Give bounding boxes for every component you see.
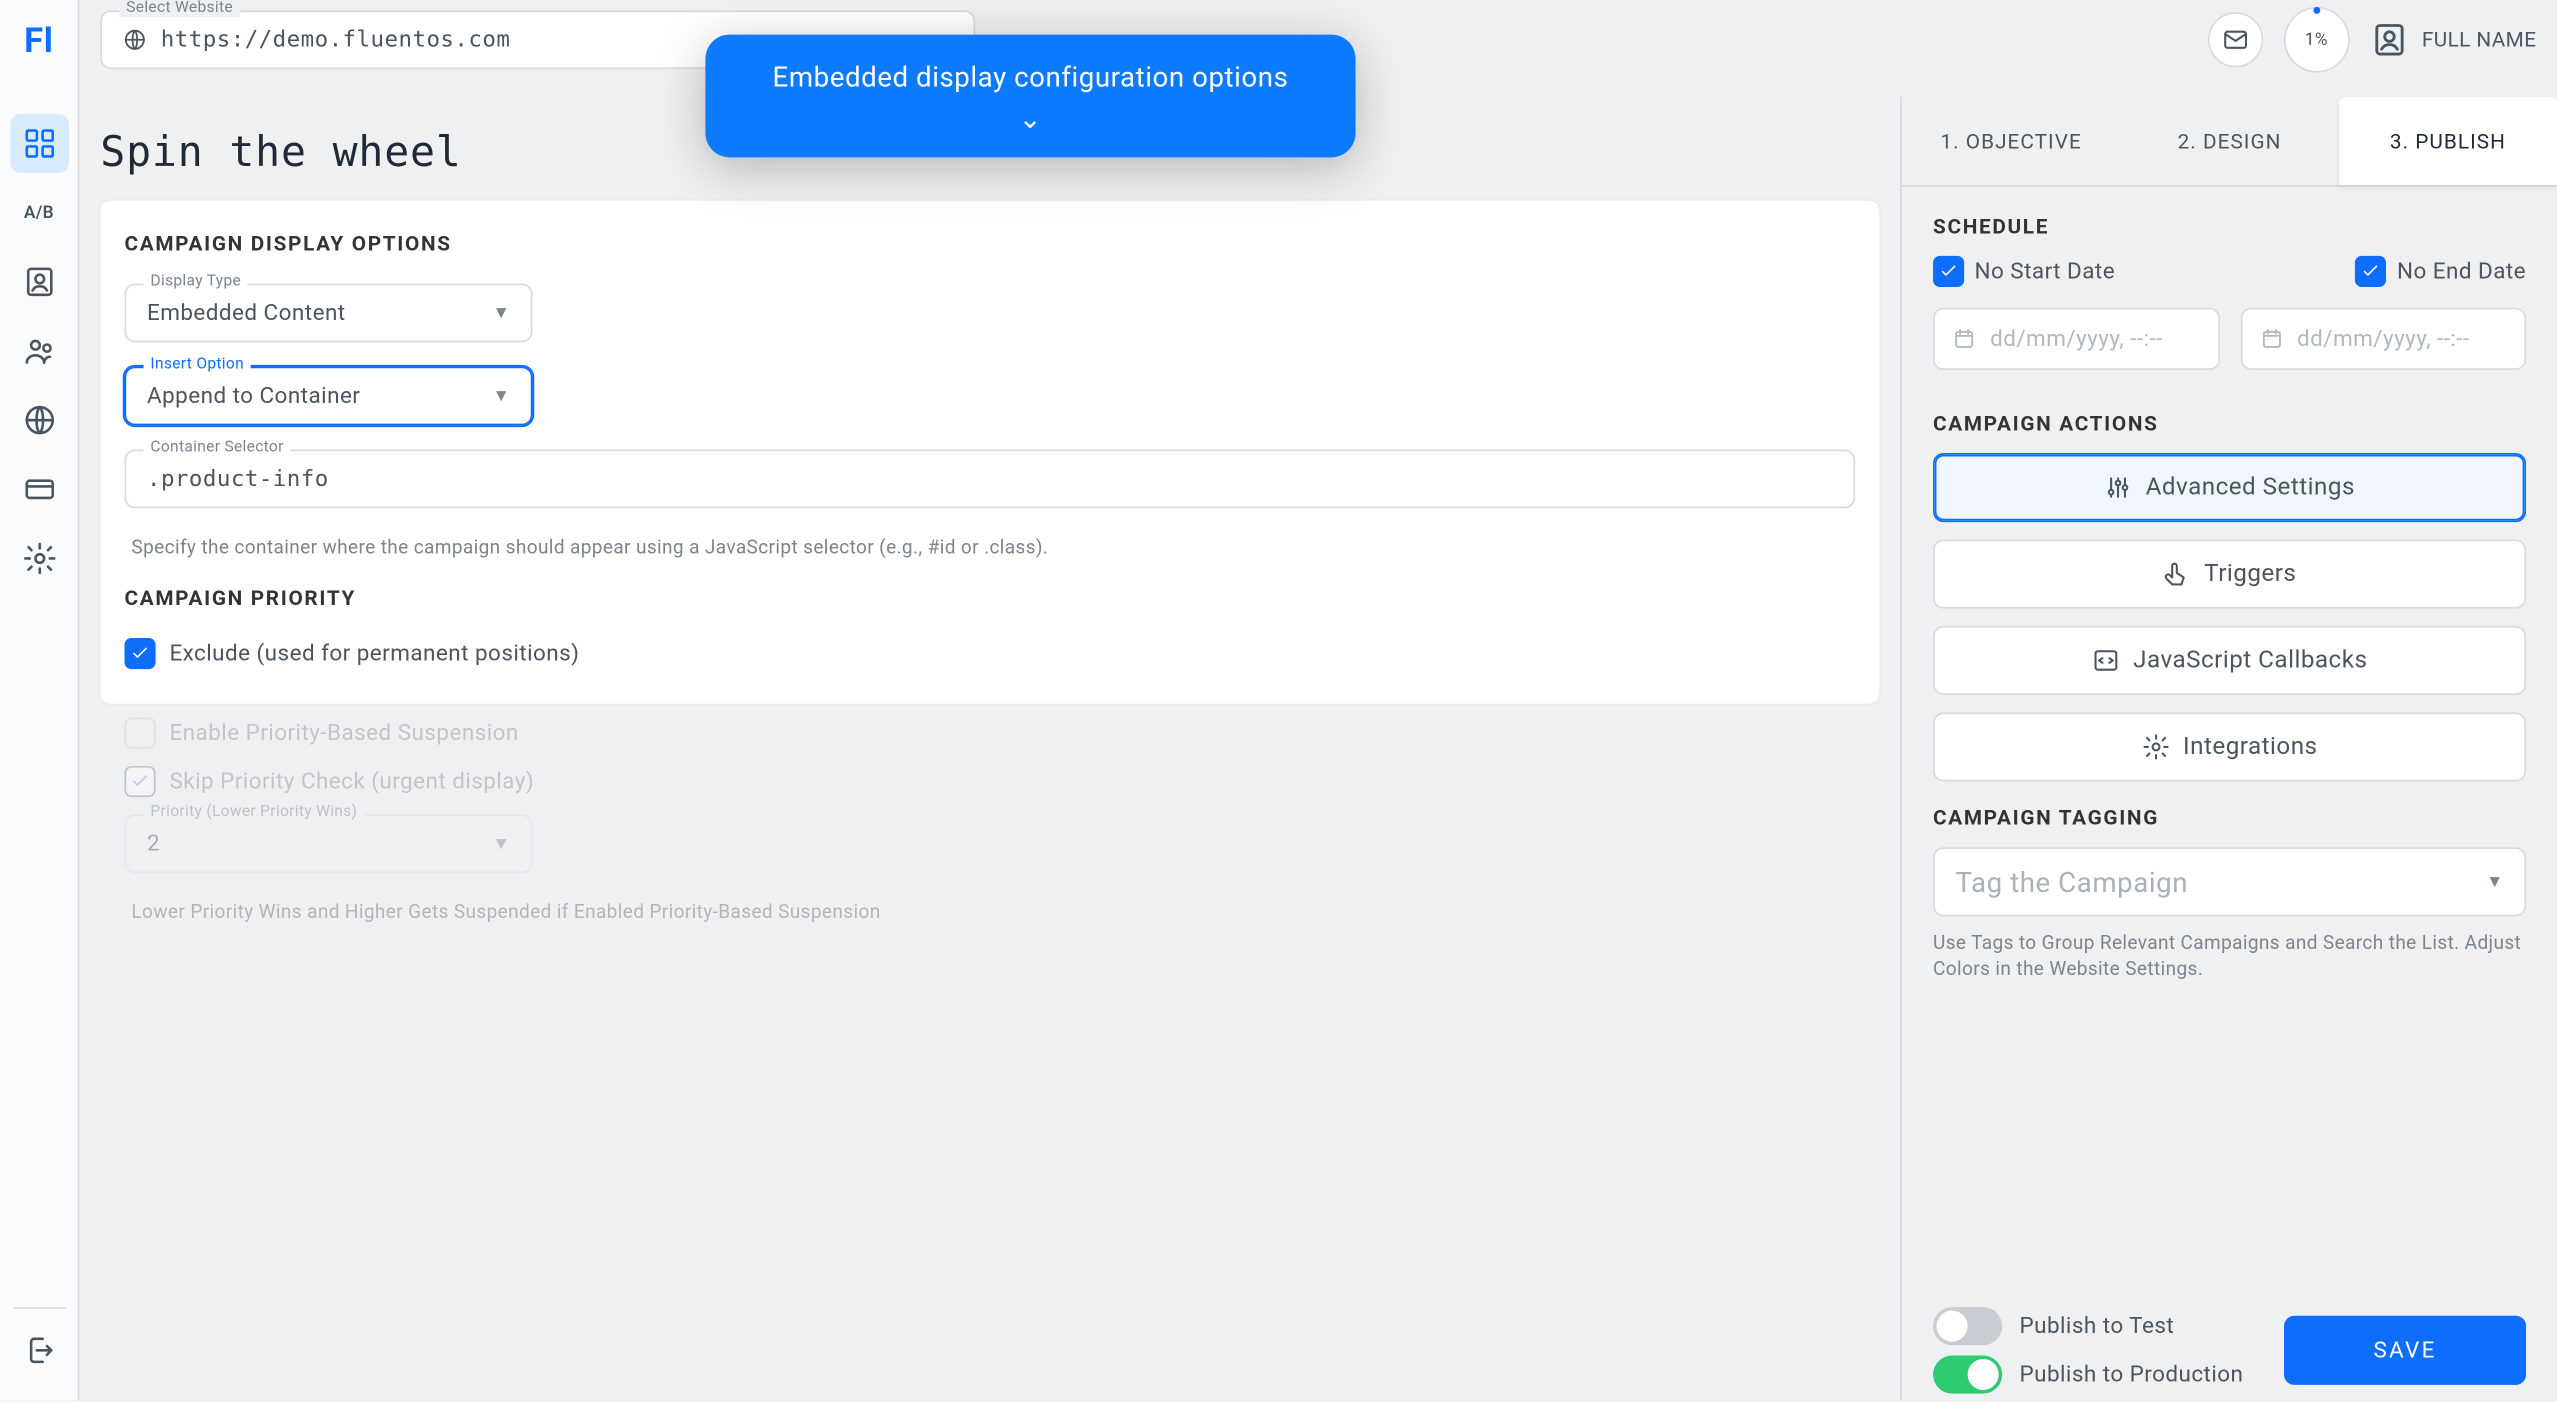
tab-design[interactable]: 2. DESIGN: [2120, 97, 2338, 185]
right-panel-footer: Publish to Test Publish to Production SA…: [1902, 1300, 2557, 1400]
triggers-button[interactable]: Triggers: [1933, 539, 2526, 608]
checkbox-icon: [124, 718, 155, 749]
right-panel: 1. OBJECTIVE 2. DESIGN 3. PUBLISH SCHEDU…: [1900, 97, 2557, 1401]
envelope-icon: [2221, 26, 2249, 54]
caret-icon: ▼: [493, 386, 510, 405]
sliders-icon: [2104, 474, 2132, 502]
js-callbacks-button[interactable]: JavaScript Callbacks: [1933, 626, 2526, 695]
nav-settings[interactable]: [10, 529, 69, 588]
save-button[interactable]: SAVE: [2284, 1316, 2526, 1385]
tap-icon: [2163, 560, 2191, 588]
skip-priority-checkbox: Skip Priority Check (urgent display): [124, 766, 1855, 797]
caret-icon: ▼: [493, 303, 510, 322]
insert-option-select[interactable]: Insert Option Append to Container ▼: [124, 367, 532, 426]
start-date-input[interactable]: dd/mm/yyyy, --:--: [1933, 308, 2219, 370]
nav-profile[interactable]: [10, 252, 69, 311]
user-icon: [2370, 21, 2408, 59]
publish-test-toggle[interactable]: Publish to Test: [1933, 1307, 2243, 1345]
helper-text: Specify the container where the campaign…: [124, 533, 1855, 569]
main: Spin the wheel CAMPAIGN DISPLAY OPTIONS …: [80, 97, 1901, 1401]
sidebar: Fl A/B: [0, 0, 80, 1400]
no-start-date-checkbox[interactable]: No Start Date: [1933, 256, 2115, 287]
tab-publish[interactable]: 3. PUBLISH: [2339, 97, 2557, 185]
user-menu[interactable]: FULL NAME: [2370, 21, 2536, 59]
code-icon: [2092, 647, 2120, 675]
publish-prod-toggle[interactable]: Publish to Production: [1933, 1356, 2243, 1394]
checkbox-icon: [124, 638, 155, 669]
end-date-input[interactable]: dd/mm/yyyy, --:--: [2240, 308, 2526, 370]
display-type-select[interactable]: Display Type Embedded Content ▼: [124, 284, 532, 343]
tab-objective[interactable]: 1. OBJECTIVE: [1902, 97, 2120, 185]
tooltip: Embedded display configuration options ⌄: [705, 35, 1355, 157]
nav-ab[interactable]: A/B: [10, 183, 69, 242]
calendar-icon: [2259, 327, 2283, 351]
website-select-label: Select Website: [119, 0, 240, 17]
website-select-value: https://demo.fluentos.com: [161, 27, 511, 53]
no-end-date-checkbox[interactable]: No End Date: [2355, 256, 2526, 287]
step-tabs: 1. OBJECTIVE 2. DESIGN 3. PUBLISH: [1902, 97, 2557, 187]
exclude-checkbox[interactable]: Exclude (used for permanent positions): [124, 638, 1855, 669]
progress-badge[interactable]: 1%: [2284, 7, 2350, 73]
checkbox-icon: [124, 766, 155, 797]
chevron-down-icon[interactable]: ⌄: [737, 101, 1325, 140]
logo[interactable]: Fl: [0, 0, 79, 80]
gear-icon: [2142, 733, 2170, 761]
nav-billing[interactable]: [10, 460, 69, 519]
nav-globe[interactable]: [10, 391, 69, 450]
nav-dashboard[interactable]: [10, 114, 69, 173]
priority-panel-extra: Enable Priority-Based Suspension Skip Pr…: [100, 711, 1879, 951]
advanced-settings-button[interactable]: Advanced Settings: [1933, 453, 2526, 522]
integrations-button[interactable]: Integrations: [1933, 712, 2526, 781]
calendar-icon: [1952, 327, 1976, 351]
tag-select[interactable]: Tag the Campaign▼: [1933, 847, 2526, 916]
nav-logout[interactable]: [10, 1321, 69, 1380]
enable-suspension-checkbox: Enable Priority-Based Suspension: [124, 718, 1855, 749]
caret-icon: ▼: [2486, 872, 2503, 891]
display-options-panel: CAMPAIGN DISPLAY OPTIONS Display Type Em…: [100, 201, 1879, 704]
messages-button[interactable]: [2207, 12, 2262, 67]
container-selector-input[interactable]: Container Selector .product-info: [124, 450, 1855, 509]
nav-users[interactable]: [10, 322, 69, 381]
globe-icon: [123, 28, 147, 52]
priority-level-select: Priority (Lower Priority Wins) 2 ▼: [124, 814, 532, 873]
tag-hint: Use Tags to Group Relevant Campaigns and…: [1933, 930, 2526, 983]
